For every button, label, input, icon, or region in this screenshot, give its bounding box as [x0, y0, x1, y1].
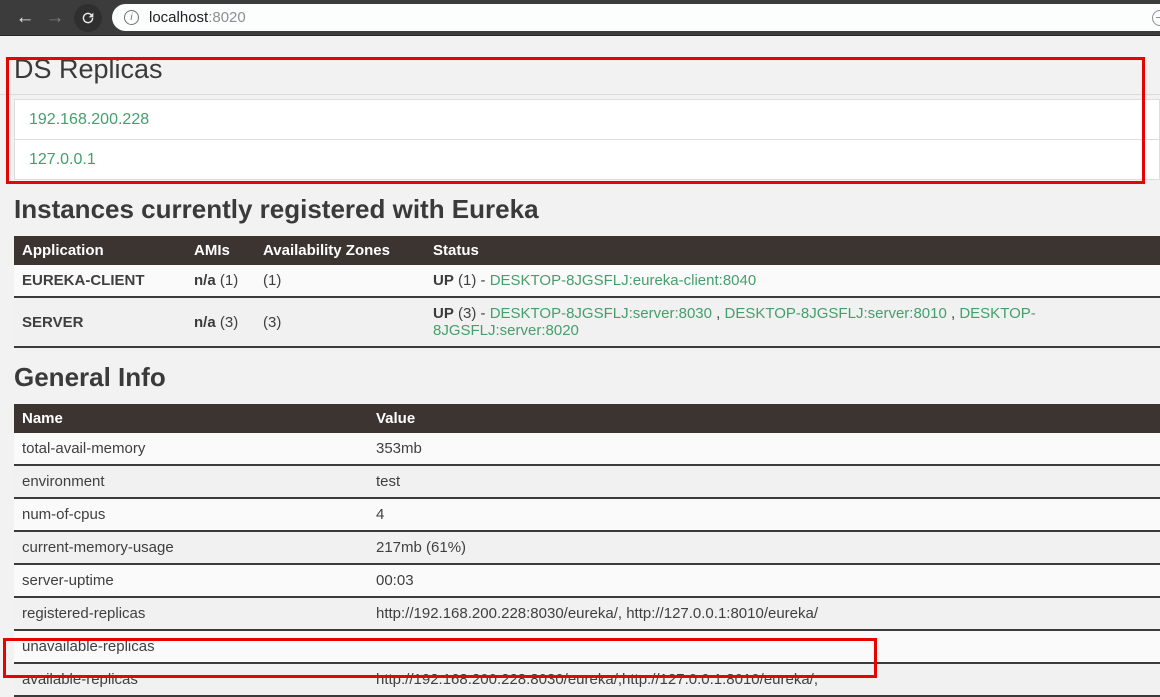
table-row: available-replicas http://192.168.200.22… [14, 663, 1160, 696]
ds-replicas-list: 192.168.200.228 127.0.0.1 [14, 99, 1160, 180]
zones-cell: (1) [255, 265, 425, 297]
url-host: localhost [149, 9, 208, 26]
general-info-header-row: Name Value [14, 404, 1160, 433]
status-cell: UP (1) - DESKTOP-8JGSFLJ:eureka-client:8… [425, 265, 1160, 297]
amis-cell: n/a (1) [186, 265, 255, 297]
general-info-heading: General Info [14, 361, 1160, 394]
url-port: :8020 [208, 9, 246, 26]
info-name: num-of-cpus [14, 498, 368, 531]
zones-cell: (3) [255, 297, 425, 347]
instance-link[interactable]: DESKTOP-8JGSFLJ:server:8030 [490, 305, 712, 322]
info-value: 353mb [368, 433, 1160, 465]
column-header-value: Value [368, 404, 1160, 433]
replica-item: 127.0.0.1 [14, 139, 1160, 180]
instance-link[interactable]: DESKTOP-8JGSFLJ:eureka-client:8040 [490, 272, 757, 289]
general-info-table: Name Value total-avail-memory 353mb envi… [14, 404, 1160, 697]
column-header-status: Status [425, 236, 1160, 265]
instances-header-row: Application AMIs Availability Zones Stat… [14, 236, 1160, 265]
column-header-name: Name [14, 404, 368, 433]
back-arrow-icon[interactable]: ← [10, 3, 40, 33]
instance-link[interactable]: DESKTOP-8JGSFLJ:server:8010 [725, 305, 947, 322]
table-row: environment test [14, 465, 1160, 498]
forward-arrow-icon[interactable]: → [40, 3, 70, 33]
refresh-icon [80, 10, 96, 26]
table-row: unavailable-replicas [14, 630, 1160, 663]
application-cell: EUREKA-CLIENT [14, 265, 186, 297]
info-icon[interactable]: i [124, 10, 139, 25]
browser-toolbar: ← → i localhost:8020 [0, 0, 1160, 36]
info-name: server-uptime [14, 564, 368, 597]
address-bar[interactable]: i localhost:8020 [112, 4, 1160, 31]
ds-replicas-heading: DS Replicas [0, 36, 1160, 95]
info-name: environment [14, 465, 368, 498]
info-value: http://192.168.200.228:8030/eureka/, htt… [368, 597, 1160, 630]
column-header-application: Application [14, 236, 186, 265]
partial-circle-icon [1152, 10, 1160, 26]
info-value: 00:03 [368, 564, 1160, 597]
instances-table: Application AMIs Availability Zones Stat… [14, 236, 1160, 348]
info-name: current-memory-usage [14, 531, 368, 564]
info-name: unavailable-replicas [14, 630, 368, 663]
table-row: registered-replicas http://192.168.200.2… [14, 597, 1160, 630]
table-row: SERVER n/a (3) (3) UP (3) - DESKTOP-8JGS… [14, 297, 1160, 347]
amis-cell: n/a (3) [186, 297, 255, 347]
table-row: server-uptime 00:03 [14, 564, 1160, 597]
url-text: localhost:8020 [149, 9, 246, 26]
replica-link[interactable]: 127.0.0.1 [29, 151, 96, 169]
info-name: registered-replicas [14, 597, 368, 630]
application-cell: SERVER [14, 297, 186, 347]
table-row: current-memory-usage 217mb (61%) [14, 531, 1160, 564]
info-value: 217mb (61%) [368, 531, 1160, 564]
column-header-amis: AMIs [186, 236, 255, 265]
replica-link[interactable]: 192.168.200.228 [29, 111, 149, 129]
info-value: http://192.168.200.228:8030/eureka/,http… [368, 663, 1160, 696]
refresh-button[interactable] [74, 4, 102, 32]
info-name: total-avail-memory [14, 433, 368, 465]
table-row: EUREKA-CLIENT n/a (1) (1) UP (1) - DESKT… [14, 265, 1160, 297]
column-header-availability-zones: Availability Zones [255, 236, 425, 265]
instances-heading: Instances currently registered with Eure… [14, 193, 1160, 226]
info-name: available-replicas [14, 663, 368, 696]
table-row: total-avail-memory 353mb [14, 433, 1160, 465]
status-cell: UP (3) - DESKTOP-8JGSFLJ:server:8030 , D… [425, 297, 1160, 347]
info-value: test [368, 465, 1160, 498]
info-value [368, 630, 1160, 663]
table-row: num-of-cpus 4 [14, 498, 1160, 531]
info-value: 4 [368, 498, 1160, 531]
replica-item: 192.168.200.228 [14, 99, 1160, 140]
